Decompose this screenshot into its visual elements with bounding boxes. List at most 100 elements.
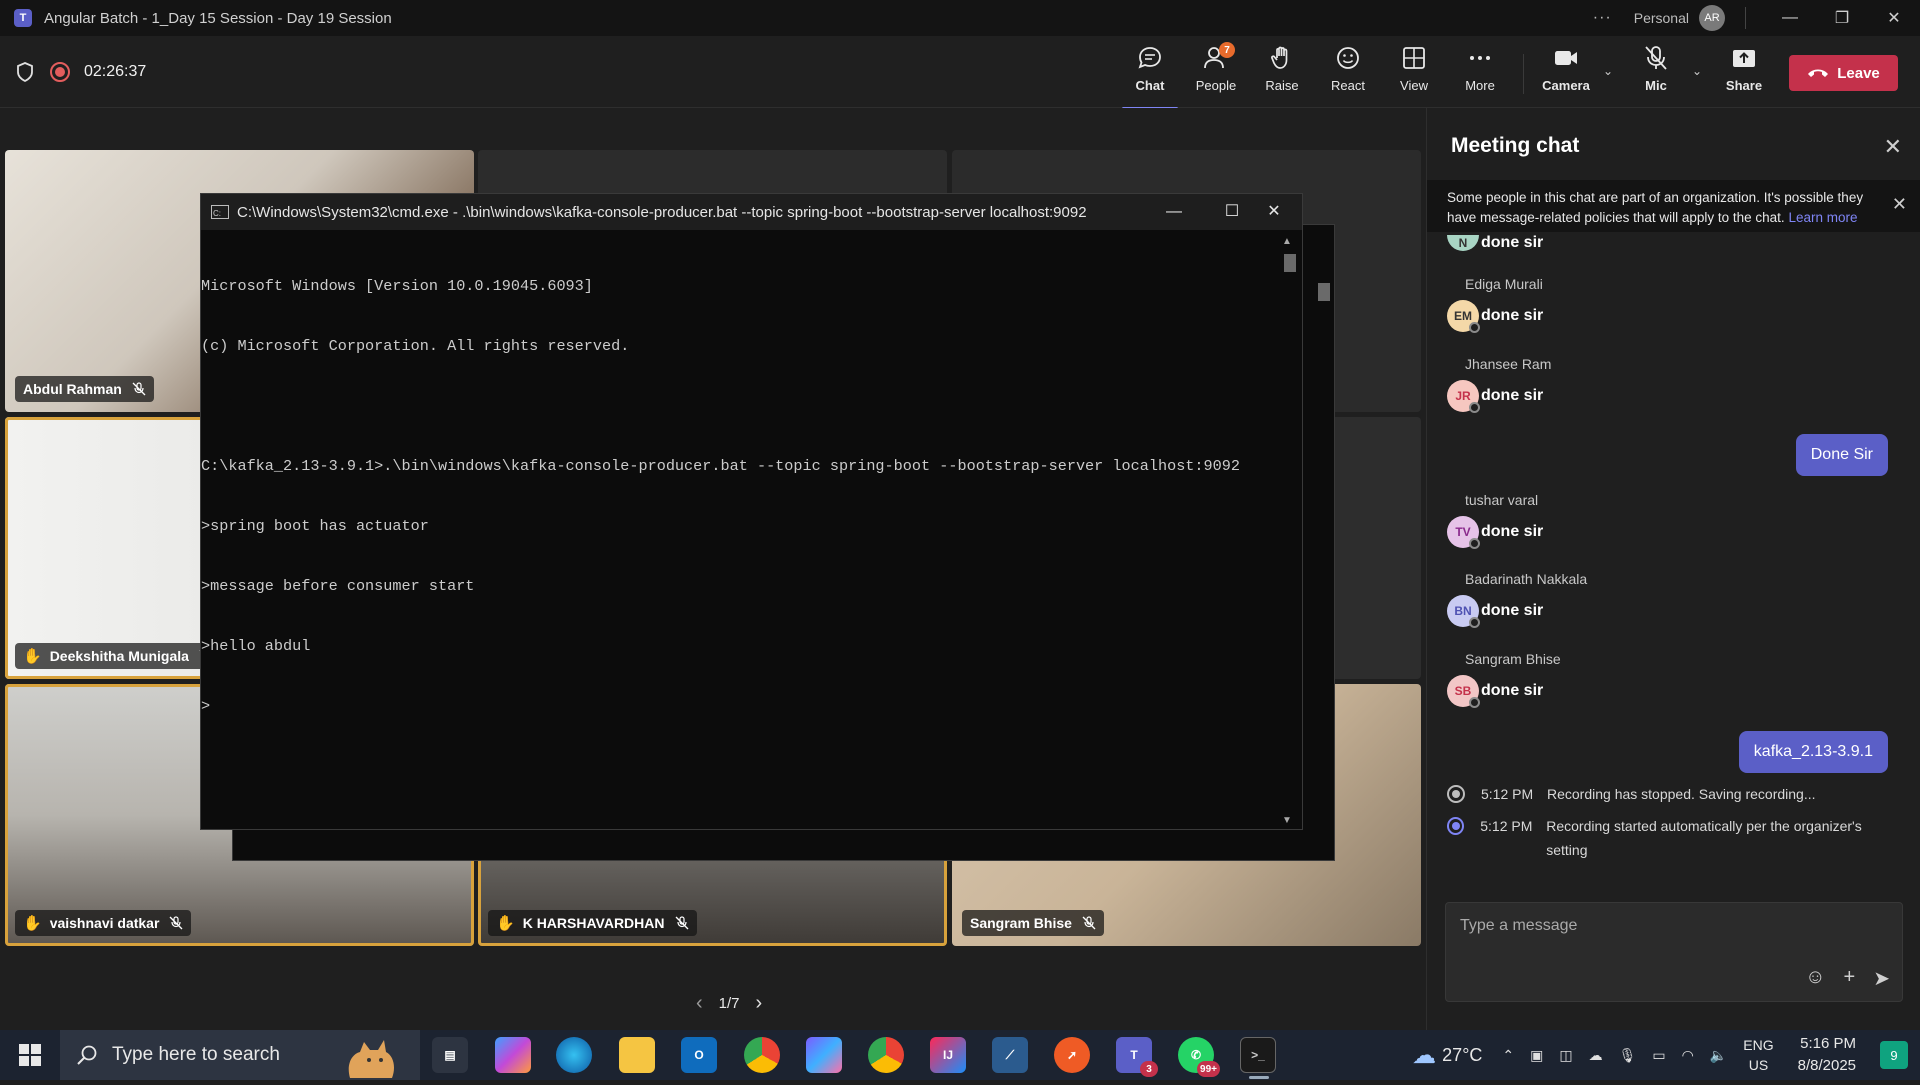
chat-message[interactable]: tushar varal TV done sir — [1447, 492, 1544, 549]
close-chat-icon[interactable]: ✕ — [1884, 134, 1902, 160]
chrome-profile-icon[interactable] — [868, 1037, 904, 1073]
react-button[interactable]: React — [1318, 44, 1378, 102]
clock[interactable]: 5:16 PM 8/8/2025 — [1798, 1033, 1856, 1077]
system-message: 5:12 PM Recording has stopped. Saving re… — [1447, 782, 1907, 806]
mic-options-chevron-icon[interactable]: ⌄ — [1692, 64, 1702, 78]
console-window[interactable]: C: C:\Windows\System32\cmd.exe - .\bin\w… — [200, 193, 1303, 830]
start-button[interactable] — [0, 1030, 60, 1080]
chevron-up-icon[interactable]: ⌃ — [1502, 1047, 1514, 1064]
system-message: 5:12 PM Recording started automatically … — [1447, 814, 1887, 862]
participant-name: vaishnavi datkar — [49, 915, 160, 931]
console-close-icon[interactable]: ✕ — [1245, 194, 1303, 230]
leave-button[interactable]: Leave — [1789, 55, 1898, 91]
postman-icon[interactable]: ➚ — [1054, 1037, 1090, 1073]
intellij-icon[interactable]: IJ — [930, 1037, 966, 1073]
leave-label: Leave — [1837, 64, 1880, 82]
previous-page-icon[interactable]: ‹ — [696, 992, 703, 1015]
task-view-icon[interactable]: ▤ — [432, 1037, 468, 1073]
my-message[interactable]: Done Sir — [1795, 434, 1888, 476]
dismiss-banner-icon[interactable]: ✕ — [1892, 194, 1907, 214]
console-minimize-icon[interactable]: — — [1145, 194, 1203, 230]
avatar: EM — [1447, 300, 1480, 333]
copilot-icon[interactable] — [495, 1037, 531, 1073]
message-input[interactable]: Type a message — [1460, 917, 1577, 935]
scroll-up-icon[interactable]: ▲ — [1282, 236, 1292, 247]
onedrive-icon[interactable]: ☁ — [1589, 1047, 1603, 1064]
camera-button[interactable]: Camera — [1536, 44, 1596, 102]
scrollbar-thumb[interactable] — [1284, 254, 1296, 272]
emoji-icon[interactable]: ☺ — [1805, 966, 1825, 991]
chat-message[interactable]: Jhansee Ram JR done sir — [1447, 356, 1551, 413]
people-button[interactable]: 7 People — [1186, 42, 1246, 102]
notification-count: 9 — [1890, 1047, 1898, 1063]
attach-plus-icon[interactable]: + — [1844, 966, 1856, 991]
message-text: done sir — [1481, 523, 1544, 540]
chat-message[interactable]: Sangram Bhise SB done sir — [1447, 651, 1561, 708]
participant-name-tag: Sangram Bhise — [962, 910, 1104, 936]
recording-icon — [50, 62, 70, 82]
my-message[interactable]: kafka_2.13-3.9.1 — [1738, 731, 1888, 773]
share-label: Share — [1725, 78, 1763, 93]
file-explorer-icon[interactable] — [619, 1037, 655, 1073]
close-window-icon[interactable]: ✕ — [1868, 8, 1920, 28]
more-button[interactable]: More — [1450, 44, 1510, 102]
chat-message[interactable]: Ediga Murali EM done sir — [1447, 276, 1544, 333]
console-line: C:\kafka_2.13-3.9.1>.\bin\windows\kafka-… — [201, 457, 1240, 475]
search-highlight-cat-icon — [340, 1034, 402, 1080]
chrome-icon[interactable] — [744, 1037, 780, 1073]
message-sender: Ediga Murali — [1465, 276, 1543, 292]
scrollbar[interactable]: ▲ ▼ — [1282, 236, 1296, 826]
console-output[interactable]: Microsoft Windows [Version 10.0.19045.60… — [201, 236, 1281, 756]
mic-off-icon — [132, 382, 146, 396]
send-icon[interactable]: ➤ — [1873, 966, 1890, 991]
account-avatar[interactable]: AR — [1699, 5, 1725, 31]
chat-message[interactable]: Badarinath Nakkala BN done sir — [1447, 571, 1587, 628]
message-text: done sir — [1481, 307, 1544, 324]
windows-taskbar: Type here to search ▤ O IJ ⟋ ➚ T3 ✆ 99+ >… — [0, 1030, 1920, 1080]
meeting-toolbar: 02:26:37 Chat 7 People Raise React View … — [0, 36, 1920, 110]
scrollbar[interactable] — [1316, 265, 1330, 855]
volume-icon[interactable]: 🔈 — [1710, 1047, 1727, 1064]
camera-options-chevron-icon[interactable]: ⌄ — [1603, 64, 1613, 78]
terminal-icon[interactable]: >_ — [1240, 1037, 1276, 1079]
scrollbar-thumb[interactable] — [1318, 283, 1330, 301]
windows-logo-icon — [19, 1044, 41, 1066]
learn-more-link[interactable]: Learn more — [1788, 210, 1857, 225]
tray-app-icon[interactable]: ▣ — [1530, 1047, 1543, 1064]
compose-box[interactable]: Type a message ☺ + ➤ — [1445, 902, 1903, 1002]
more-options-icon[interactable]: ··· — [1593, 9, 1612, 27]
wifi-icon[interactable]: ◠ — [1682, 1047, 1694, 1064]
teams-icon[interactable]: T3 — [1116, 1037, 1158, 1077]
share-button[interactable]: Share — [1714, 44, 1774, 102]
whatsapp-icon[interactable]: ✆ 99+ — [1178, 1037, 1220, 1077]
language-indicator[interactable]: ENG US — [1743, 1035, 1773, 1075]
mysql-workbench-icon[interactable]: ⟋ — [992, 1037, 1028, 1073]
notification-icon[interactable]: 9 — [1880, 1041, 1908, 1069]
divider — [1745, 7, 1746, 29]
react-label: React — [1331, 78, 1365, 93]
mic-button[interactable]: Mic — [1626, 44, 1686, 102]
avatar: SB — [1447, 675, 1480, 708]
console-prompt[interactable]: > — [201, 696, 1281, 716]
raise-hand-button[interactable]: Raise — [1252, 44, 1312, 102]
meet-now-icon[interactable]: ◫ — [1559, 1047, 1572, 1064]
view-button[interactable]: View — [1384, 44, 1444, 102]
outlook-icon[interactable]: O — [681, 1037, 717, 1073]
weather-widget[interactable]: ☁ 27°C — [1412, 1041, 1482, 1070]
console-title-bar[interactable]: C: C:\Windows\System32\cmd.exe - .\bin\w… — [201, 194, 1302, 230]
avatar: N — [1447, 235, 1479, 251]
edge-icon[interactable] — [556, 1037, 592, 1073]
chat-button[interactable]: Chat — [1120, 44, 1180, 110]
minimize-icon[interactable]: — — [1764, 9, 1816, 27]
battery-icon[interactable]: ▭ — [1652, 1047, 1665, 1064]
restore-icon[interactable]: ❐ — [1816, 8, 1868, 28]
m365-icon[interactable] — [806, 1037, 842, 1073]
microphone-icon[interactable]: 🎙 — [1619, 1047, 1637, 1064]
next-page-icon[interactable]: › — [756, 992, 763, 1015]
console-title: C:\Windows\System32\cmd.exe - .\bin\wind… — [237, 203, 1087, 221]
mic-off-icon — [1645, 46, 1667, 70]
search-icon — [77, 1045, 97, 1065]
scroll-down-icon[interactable]: ▼ — [1282, 815, 1292, 826]
chat-message[interactable]: N done sir — [1447, 226, 1543, 252]
camera-label: Camera — [1542, 78, 1590, 93]
